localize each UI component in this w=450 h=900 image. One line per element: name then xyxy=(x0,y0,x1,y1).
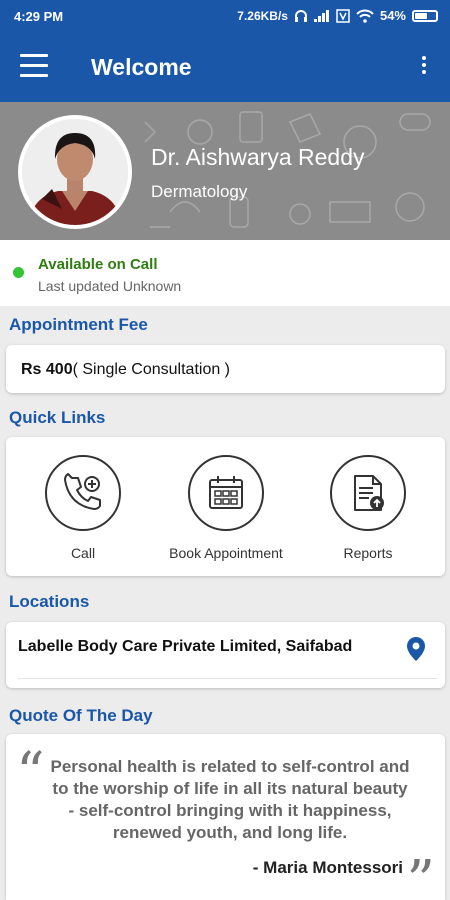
quick-link-label: Call xyxy=(70,545,96,561)
availability-last-updated: Last updated Unknown xyxy=(38,278,182,294)
doctor-specialty: Dermatology xyxy=(151,182,248,201)
quote-open-icon: “ xyxy=(16,741,45,806)
doctor-name: Dr. Aishwarya Reddy xyxy=(151,144,365,170)
location-card[interactable]: Labelle Body Care Private Limited, Saifa… xyxy=(6,622,445,688)
calendar-icon xyxy=(188,455,264,531)
fee-text: Rs 400( Single Consultation ) xyxy=(21,361,230,379)
signal-icon xyxy=(313,9,329,22)
more-options-icon[interactable] xyxy=(420,56,428,76)
quick-link-book-appointment[interactable]: Book Appointment xyxy=(156,455,296,561)
volte-icon xyxy=(336,8,350,23)
quick-link-reports[interactable]: Reports xyxy=(298,455,438,561)
quick-links-card: Call Book Appointment Reports xyxy=(6,437,445,576)
fee-heading: Appointment Fee xyxy=(9,315,148,334)
fee-card: Rs 400( Single Consultation ) xyxy=(6,345,445,393)
quick-links-heading: Quick Links xyxy=(9,408,106,427)
availability-panel: Available on Call Last updated Unknown xyxy=(0,240,450,306)
app-bar: Welcome xyxy=(0,32,450,102)
fee-amount: Rs 400 xyxy=(21,361,73,378)
page-title: Welcome xyxy=(91,54,192,80)
availability-status-dot xyxy=(13,267,24,278)
report-upload-icon xyxy=(330,455,406,531)
battery-percent: 54% xyxy=(379,8,406,23)
location-divider xyxy=(18,678,437,679)
headset-icon xyxy=(294,9,307,22)
doctor-photo xyxy=(22,119,128,225)
quick-link-label: Book Appointment xyxy=(169,545,283,561)
location-name: Labelle Body Care Private Limited, Saifa… xyxy=(18,638,353,655)
phone-plus-icon xyxy=(45,455,121,531)
status-bar: 4:29 PM 7.26KB/s 54% xyxy=(0,0,450,32)
status-icons: 7.26KB/s 54% xyxy=(237,8,438,23)
quick-link-call[interactable]: Call xyxy=(13,455,153,561)
fee-detail: ( Single Consultation ) xyxy=(72,361,231,378)
status-time: 4:29 PM xyxy=(14,9,64,24)
map-pin-icon[interactable] xyxy=(405,636,427,662)
profile-header: Dr. Aishwarya Reddy Dermatology xyxy=(0,102,450,240)
quote-close-icon: ” xyxy=(406,849,435,900)
quote-heading: Quote Of The Day xyxy=(9,706,153,725)
quote-text: Personal health is related to self-contr… xyxy=(50,757,410,842)
battery-icon xyxy=(412,9,438,22)
quick-link-label: Reports xyxy=(343,545,393,561)
locations-heading: Locations xyxy=(9,592,90,611)
quote-author: - Maria Montessori xyxy=(252,858,403,877)
avatar xyxy=(18,115,132,229)
wifi-icon xyxy=(356,9,374,23)
availability-status: Available on Call xyxy=(38,256,158,273)
quote-card: “ Personal health is related to self-con… xyxy=(6,734,445,900)
menu-icon[interactable] xyxy=(20,54,50,78)
network-speed: 7.26KB/s xyxy=(237,8,288,23)
